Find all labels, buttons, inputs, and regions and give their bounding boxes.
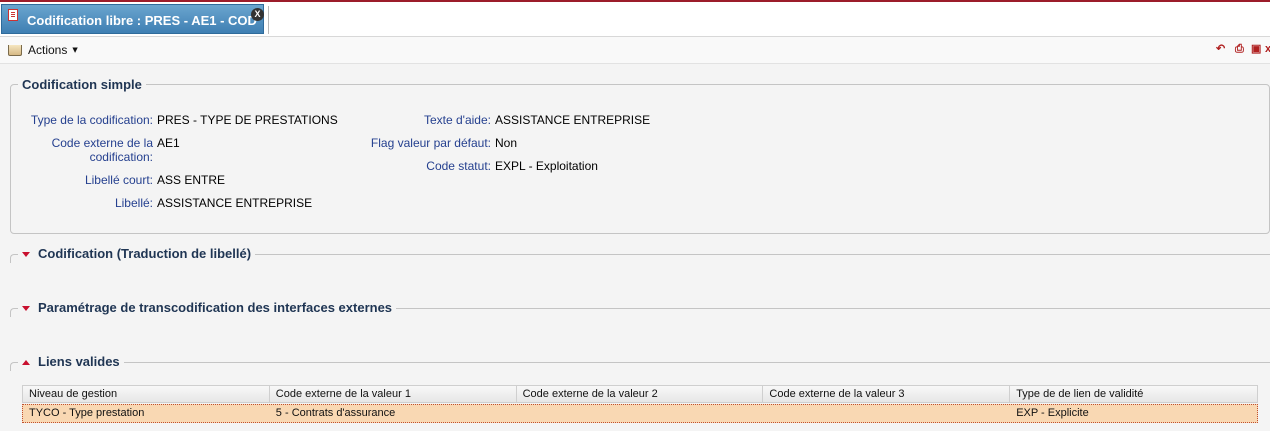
actions-label: Actions bbox=[28, 43, 68, 57]
column-header[interactable]: Niveau de gestion bbox=[23, 386, 270, 402]
field-value-code-externe: AE1 bbox=[157, 136, 180, 150]
transco-section-header[interactable]: Paramétrage de transcodification des int… bbox=[18, 300, 397, 315]
column-header[interactable]: Code externe de la valeur 1 bbox=[270, 386, 517, 402]
tab-codification-libre[interactable]: Codification libre : PRES - AE1 - COD X bbox=[1, 4, 264, 34]
field-label-type-codification: Type de la codification: bbox=[30, 113, 153, 127]
table-cell bbox=[763, 405, 1010, 422]
field-value-libelle-court: ASS ENTRE bbox=[157, 173, 226, 187]
tab-strip: Codification libre : PRES - AE1 - COD X bbox=[0, 2, 1270, 37]
liens-title: Liens valides bbox=[38, 354, 120, 369]
liens-valides-grid: Niveau de gestion Code externe de la val… bbox=[22, 385, 1258, 423]
column-header[interactable]: Type de de lien de validité bbox=[1010, 386, 1257, 402]
column-header[interactable]: Code externe de la valeur 3 bbox=[763, 386, 1011, 402]
field-label-flag-defaut: Flag valeur par défaut: bbox=[370, 136, 491, 150]
liens-border-line bbox=[122, 362, 1270, 363]
field-label-code-statut: Code statut: bbox=[426, 159, 491, 173]
codification-simple-title: Codification simple bbox=[18, 77, 146, 92]
print-icon[interactable]: ⎙ bbox=[1235, 42, 1244, 56]
field-label-libelle-court: Libellé court: bbox=[84, 173, 153, 187]
field-value-libelle: ASSISTANCE ENTREPRISE bbox=[157, 196, 313, 210]
field-value-texte-aide: ASSISTANCE ENTREPRISE bbox=[495, 113, 651, 127]
table-row[interactable]: TYCO - Type prestation 5 - Contrats d'as… bbox=[22, 404, 1258, 423]
field-label-code-externe: Code externe de la codification: bbox=[51, 136, 153, 164]
inbox-icon bbox=[8, 44, 22, 56]
close-tab-icon[interactable]: X bbox=[251, 8, 264, 21]
toolbar: Actions ▼ ↶ ⎙ ▣ x bbox=[0, 37, 1270, 64]
transco-title: Paramétrage de transcodification des int… bbox=[38, 300, 393, 315]
tab-separator bbox=[268, 6, 269, 34]
expand-arrow-icon bbox=[22, 252, 30, 258]
codification-simple-fieldset bbox=[10, 84, 1270, 234]
actions-menu-button[interactable]: Actions ▼ bbox=[8, 42, 78, 58]
grid-header: Niveau de gestion Code externe de la val… bbox=[22, 385, 1258, 403]
undo-icon[interactable]: ↶ bbox=[1216, 42, 1225, 56]
traduction-border-line bbox=[242, 254, 1270, 255]
table-cell: TYCO - Type prestation bbox=[29, 407, 145, 419]
table-cell: 5 - Contrats d'assurance bbox=[275, 407, 396, 419]
traduction-section-header[interactable]: Codification (Traduction de libellé) bbox=[18, 246, 256, 261]
expand-arrow-icon bbox=[22, 306, 30, 312]
collapse-arrow-icon bbox=[22, 360, 30, 366]
save-icon[interactable]: ▣ bbox=[1251, 42, 1261, 56]
liens-section-header[interactable]: Liens valides bbox=[18, 354, 124, 369]
column-header[interactable]: Code externe de la valeur 2 bbox=[517, 386, 764, 402]
close-icon[interactable]: x bbox=[1265, 42, 1270, 56]
tab-title: Codification libre : PRES - AE1 - COD bbox=[27, 13, 257, 28]
transco-border-line bbox=[372, 308, 1270, 309]
field-value-type-codification: PRES - TYPE DE PRESTATIONS bbox=[157, 113, 338, 127]
document-icon bbox=[8, 9, 18, 21]
table-cell: EXP - Explicite bbox=[1016, 407, 1089, 419]
table-cell bbox=[517, 405, 764, 422]
field-value-flag-defaut: Non bbox=[495, 136, 518, 150]
field-value-code-statut: EXPL - Exploitation bbox=[495, 159, 598, 173]
caret-down-icon: ▼ bbox=[72, 46, 78, 54]
field-label-libelle: Libellé: bbox=[114, 196, 153, 210]
traduction-title: Codification (Traduction de libellé) bbox=[38, 246, 252, 261]
field-label-texte-aide: Texte d'aide: bbox=[423, 113, 491, 127]
